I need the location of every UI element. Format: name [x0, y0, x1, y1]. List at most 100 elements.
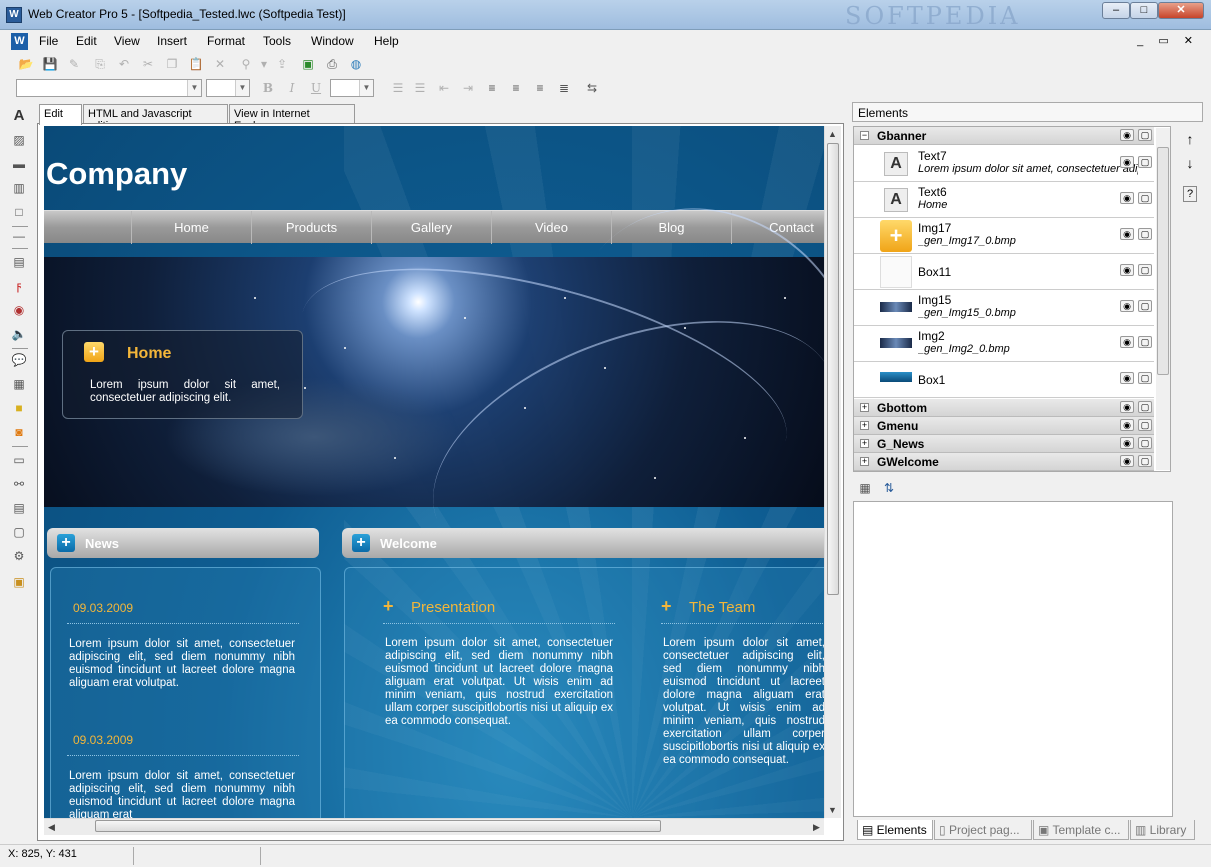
lock-icon[interactable]: ▢ — [1138, 156, 1152, 168]
justify-icon[interactable]: ≣ — [556, 80, 572, 96]
move-up-icon[interactable]: ↑ — [1181, 130, 1199, 148]
font-family-select[interactable]: ▼ — [16, 79, 202, 97]
box-tool-icon[interactable]: ▬ — [11, 156, 27, 172]
tab-view-ie[interactable]: View in Internet Explorer — [229, 104, 355, 132]
menu-view[interactable]: View — [114, 34, 140, 48]
lock-icon[interactable]: ▢ — [1138, 300, 1152, 312]
element-row[interactable]: A Text6 Home ◉ ▢ — [854, 182, 1154, 218]
menu-window[interactable]: Window — [311, 34, 354, 48]
input-tool-icon[interactable]: ▢ — [11, 524, 27, 540]
publish-icon[interactable]: ⇪ — [274, 56, 290, 72]
nav-gallery[interactable]: Gallery — [371, 211, 491, 244]
categorized-icon[interactable]: ▦ — [857, 480, 873, 496]
tab-html-editing[interactable]: HTML and Javascript editing — [83, 104, 228, 132]
menu-format[interactable]: Format — [207, 34, 245, 48]
scroll-left-icon[interactable]: ◀ — [48, 822, 55, 833]
element-row[interactable]: Box11 ◉ ▢ — [854, 254, 1154, 290]
link-icon[interactable]: ⚲ — [238, 56, 254, 72]
eye-icon[interactable]: ◉ — [1120, 455, 1134, 467]
tab-template[interactable]: ▣ Template c... — [1033, 820, 1129, 840]
rectangle-tool-icon[interactable]: □ — [11, 204, 27, 220]
dropdown-arrow-icon[interactable]: ▾ — [256, 56, 272, 72]
globe-icon[interactable]: ◍ — [348, 56, 364, 72]
eye-icon[interactable]: ◉ — [1120, 300, 1134, 312]
company-title[interactable]: Company — [46, 156, 187, 192]
italic-button[interactable]: I — [284, 80, 300, 96]
delete-icon[interactable]: ✕ — [212, 56, 228, 72]
color-select[interactable]: ▼ — [330, 79, 374, 97]
group-g-news[interactable]: + G_News ◉ ▢ — [854, 435, 1154, 453]
elements-scroll-thumb[interactable] — [1157, 147, 1169, 375]
lock-icon[interactable]: ▢ — [1138, 264, 1152, 276]
lock-icon[interactable]: ▢ — [1138, 401, 1152, 413]
document-menu-icon[interactable]: W — [11, 33, 28, 50]
element-row[interactable]: A Text7 Lorem ipsum dolor sit amet, cons… — [854, 146, 1154, 182]
tab-project-pages[interactable]: ▯ Project pag... — [934, 820, 1032, 840]
close-button[interactable]: ✕ — [1158, 2, 1204, 19]
scroll-up-icon[interactable]: ▲ — [828, 129, 837, 139]
edit-icon[interactable]: ✎ — [66, 56, 82, 72]
expand-icon[interactable]: + — [860, 457, 869, 466]
eye-icon[interactable]: ◉ — [1120, 228, 1134, 240]
menu-edit[interactable]: Edit — [76, 34, 97, 48]
eye-icon[interactable]: ◉ — [1120, 129, 1134, 141]
numbered-list-icon[interactable]: ☰ — [412, 80, 428, 96]
scroll-down-icon[interactable]: ▼ — [828, 805, 837, 815]
calendar-tool-icon[interactable]: ▦ — [11, 376, 27, 392]
print-icon[interactable]: ⎙ — [324, 56, 340, 72]
form-tool-icon[interactable]: ▤ — [11, 500, 27, 516]
maximize-button[interactable]: □ — [1130, 2, 1158, 19]
undo-icon[interactable]: ↶ — [116, 56, 132, 72]
font-size-select[interactable]: ▼ — [206, 79, 250, 97]
welcome-header[interactable]: + Welcome — [342, 528, 824, 558]
align-center-icon[interactable]: ≡ — [508, 80, 524, 96]
indent-icon[interactable]: ⇥ — [460, 80, 476, 96]
menu-tool-icon[interactable]: ▭ — [11, 452, 27, 468]
expand-icon[interactable]: + — [860, 421, 869, 430]
lock-icon[interactable]: ▢ — [1138, 192, 1152, 204]
paste-clipboard-icon[interactable]: 📋 — [188, 56, 204, 72]
home-box[interactable]: + Home Lorem ipsum dolor sit amet, conse… — [62, 330, 303, 419]
scroll-right-icon[interactable]: ▶ — [813, 822, 820, 833]
cut-icon[interactable]: ✂ — [140, 56, 156, 72]
eye-icon[interactable]: ◉ — [1120, 336, 1134, 348]
rss-tool-icon[interactable]: ◙ — [11, 424, 27, 440]
lock-icon[interactable]: ▢ — [1138, 419, 1152, 431]
image-tool-icon[interactable]: ▨ — [11, 132, 27, 148]
menu-tools[interactable]: Tools — [263, 34, 291, 48]
sound-tool-icon[interactable]: 🔈 — [11, 326, 27, 342]
group-gbottom[interactable]: + Gbottom ◉ ▢ — [854, 399, 1154, 417]
copy-icon[interactable]: ❐ — [164, 56, 180, 72]
expand-icon[interactable]: + — [860, 439, 869, 448]
bullet-list-icon[interactable]: ☰ — [390, 80, 406, 96]
menu-file[interactable]: File — [39, 34, 58, 48]
eye-icon[interactable]: ◉ — [1120, 372, 1134, 384]
canvas-horizontal-thumb[interactable] — [95, 820, 661, 832]
group-gbanner[interactable]: − Gbanner ◉ ▢ — [854, 127, 1154, 145]
sort-az-icon[interactable]: ⇅ — [881, 480, 897, 496]
gallery-tool-icon[interactable]: ▤ — [11, 254, 27, 270]
nav-products[interactable]: Products — [251, 211, 371, 244]
paste-icon[interactable]: ⎘ — [92, 56, 108, 72]
save-icon[interactable]: 💾 — [42, 56, 58, 72]
tab-edit[interactable]: Edit — [39, 104, 82, 125]
eye-icon[interactable]: ◉ — [1120, 192, 1134, 204]
element-row[interactable]: Img15 _gen_Img15_0.bmp ◉ ▢ — [854, 290, 1154, 326]
underline-button[interactable]: U — [308, 80, 324, 96]
lock-icon[interactable]: ▢ — [1138, 228, 1152, 240]
element-row[interactable]: Box1 ◉ ▢ — [854, 362, 1154, 398]
text-tool-icon[interactable]: A — [11, 108, 27, 124]
eye-icon[interactable]: ◉ — [1120, 401, 1134, 413]
group-gmenu[interactable]: + Gmenu ◉ ▢ — [854, 417, 1154, 435]
element-row[interactable]: + Img17 _gen_Img17_0.bmp ◉ ▢ — [854, 218, 1154, 254]
settings-tool-icon[interactable]: ⚙ — [11, 548, 27, 564]
collapse-icon[interactable]: − — [860, 131, 869, 140]
lock-icon[interactable]: ▢ — [1138, 336, 1152, 348]
move-down-icon[interactable]: ↓ — [1181, 154, 1199, 172]
element-row[interactable]: Img2 _gen_Img2_0.bmp ◉ ▢ — [854, 326, 1154, 362]
align-right-icon[interactable]: ≡ — [532, 80, 548, 96]
eye-icon[interactable]: ◉ — [1120, 437, 1134, 449]
lock-icon[interactable]: ▢ — [1138, 129, 1152, 141]
align-left-icon[interactable]: ≡ — [484, 80, 500, 96]
column-tool-icon[interactable]: ▥ — [11, 180, 27, 196]
